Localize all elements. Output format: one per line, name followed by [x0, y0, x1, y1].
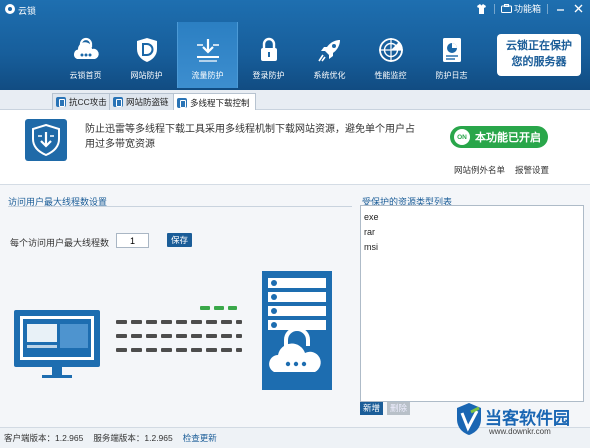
app-title: 云锁 [18, 6, 37, 16]
shield-d-icon [136, 38, 157, 62]
titlebar-divider [547, 3, 548, 14]
tab-anti-cc-label: 抗CC攻击 [69, 97, 107, 107]
app-logo-icon [5, 4, 15, 14]
nav-system-optimize[interactable]: 系统优化 [299, 22, 360, 88]
nav-protection-log-label: 防护日志 [435, 71, 468, 80]
exceptions-link[interactable]: 网站例外名单 [454, 164, 505, 176]
rocket-icon [317, 40, 340, 62]
client-version: 客户端版本：1.2.965 [4, 433, 84, 443]
close-icon[interactable] [572, 3, 584, 15]
toggle-knob: ON [454, 129, 470, 145]
tab-anti-hotlink-label: 网站防盗链 [126, 97, 169, 107]
check-update-link[interactable]: 检查更新 [183, 432, 217, 444]
nav-login-protection[interactable]: 登录防护 [238, 22, 299, 88]
promo-line-1: 云锁正在保护 [506, 40, 572, 52]
delete-resource-button[interactable]: 删除 [387, 402, 410, 415]
minimize-icon[interactable] [554, 3, 566, 15]
tab-multithread-download-label: 多线程下载控制 [190, 97, 250, 108]
site-watermark: 当客软件园 www.downkr.com [455, 402, 590, 442]
cloud-lock-icon [73, 37, 99, 59]
watermark-text: 当客软件园 [485, 409, 570, 428]
titlebar-controls: 功能箱 [476, 2, 584, 15]
feature-shield-icon [25, 119, 67, 161]
resource-buttons: 新增 删除 [360, 402, 410, 415]
nav-performance-monitor[interactable]: 性能监控 [360, 22, 421, 88]
nav-home-label: 云锁首页 [69, 71, 102, 80]
watermark-url: www.downkr.com [489, 427, 551, 436]
monitor-illustration [14, 310, 100, 378]
padlock-icon [260, 37, 277, 61]
tab-multithread-download[interactable]: 多线程下载控制 [173, 93, 256, 111]
feature-info-panel: 防止迅雷等多线程下载工具采用多线程机制下载网站资源，避免单个用户占用过多带宽资源… [0, 110, 590, 185]
top-banner: 云锁 功能箱 云锁首页 网站防护 流量防护 登录防护 系统优化 性能监控 防护日… [0, 0, 590, 90]
nav-website-protection-label: 网站防护 [130, 71, 163, 80]
function-box-label: 功能箱 [513, 4, 541, 14]
nav-home[interactable]: 云锁首页 [55, 22, 116, 88]
nav-website-protection[interactable]: 网站防护 [116, 22, 177, 88]
list-item[interactable]: rar [361, 225, 583, 240]
watermark-logo-icon [457, 403, 481, 435]
nav-login-protection-label: 登录防护 [252, 71, 285, 80]
promo-line-2: 您的服务器 [511, 56, 567, 68]
main-nav: 云锁首页 网站防护 流量防护 登录防护 系统优化 性能监控 防护日志 [55, 22, 482, 88]
titlebar-divider [493, 3, 495, 14]
radar-icon [378, 38, 403, 62]
info-links: 网站例外名单 报警设置 [454, 164, 549, 176]
nav-system-optimize-label: 系统优化 [313, 71, 346, 80]
nav-protection-log[interactable]: 防护日志 [421, 22, 482, 88]
server-illustration [262, 271, 332, 390]
toolbox-icon [500, 4, 512, 13]
shield-tab-icon [177, 97, 187, 108]
alert-settings-link[interactable]: 报警设置 [515, 164, 549, 176]
max-thread-label: 每个访问用户最大线程数 [10, 238, 110, 248]
toggle-label: 本功能已开启 [475, 132, 541, 144]
list-item[interactable]: exe [361, 210, 583, 225]
traffic-arrow-icon [196, 39, 219, 62]
feature-description: 防止迅雷等多线程下载工具采用多线程机制下载网站资源，避免单个用户占用过多带宽资源 [85, 124, 415, 150]
log-chart-icon [442, 38, 461, 62]
save-button[interactable]: 保存 [167, 233, 192, 247]
shield-tab-icon [56, 97, 66, 107]
server-version: 服务端版本：1.2.965 [93, 433, 173, 443]
tab-anti-hotlink[interactable]: 网站防盗链 [109, 93, 175, 110]
add-resource-button[interactable]: 新增 [360, 402, 383, 415]
download-illustration [14, 271, 332, 390]
shirt-skin-icon[interactable] [476, 3, 488, 15]
shield-tab-icon [113, 97, 123, 107]
nav-performance-monitor-label: 性能监控 [374, 71, 407, 80]
nav-traffic-protection[interactable]: 流量防护 [177, 22, 238, 88]
list-item[interactable]: msi [361, 240, 583, 255]
title-bar: 云锁 功能箱 [0, 0, 590, 18]
protection-status-badge: 云锁正在保护 您的服务器 [497, 34, 581, 76]
max-thread-input[interactable] [116, 233, 149, 248]
download-threads-illustration [116, 306, 242, 352]
sub-tab-bar: 抗CC攻击 网站防盗链 多线程下载控制 [0, 90, 590, 111]
section-divider [8, 206, 352, 207]
function-box-menu[interactable]: 功能箱 [500, 2, 541, 15]
feature-toggle[interactable]: ON 本功能已开启 [450, 126, 548, 148]
resource-list: exe rar msi [360, 205, 584, 402]
nav-traffic-protection-label: 流量防护 [191, 71, 224, 80]
tab-anti-cc[interactable]: 抗CC攻击 [52, 93, 113, 110]
